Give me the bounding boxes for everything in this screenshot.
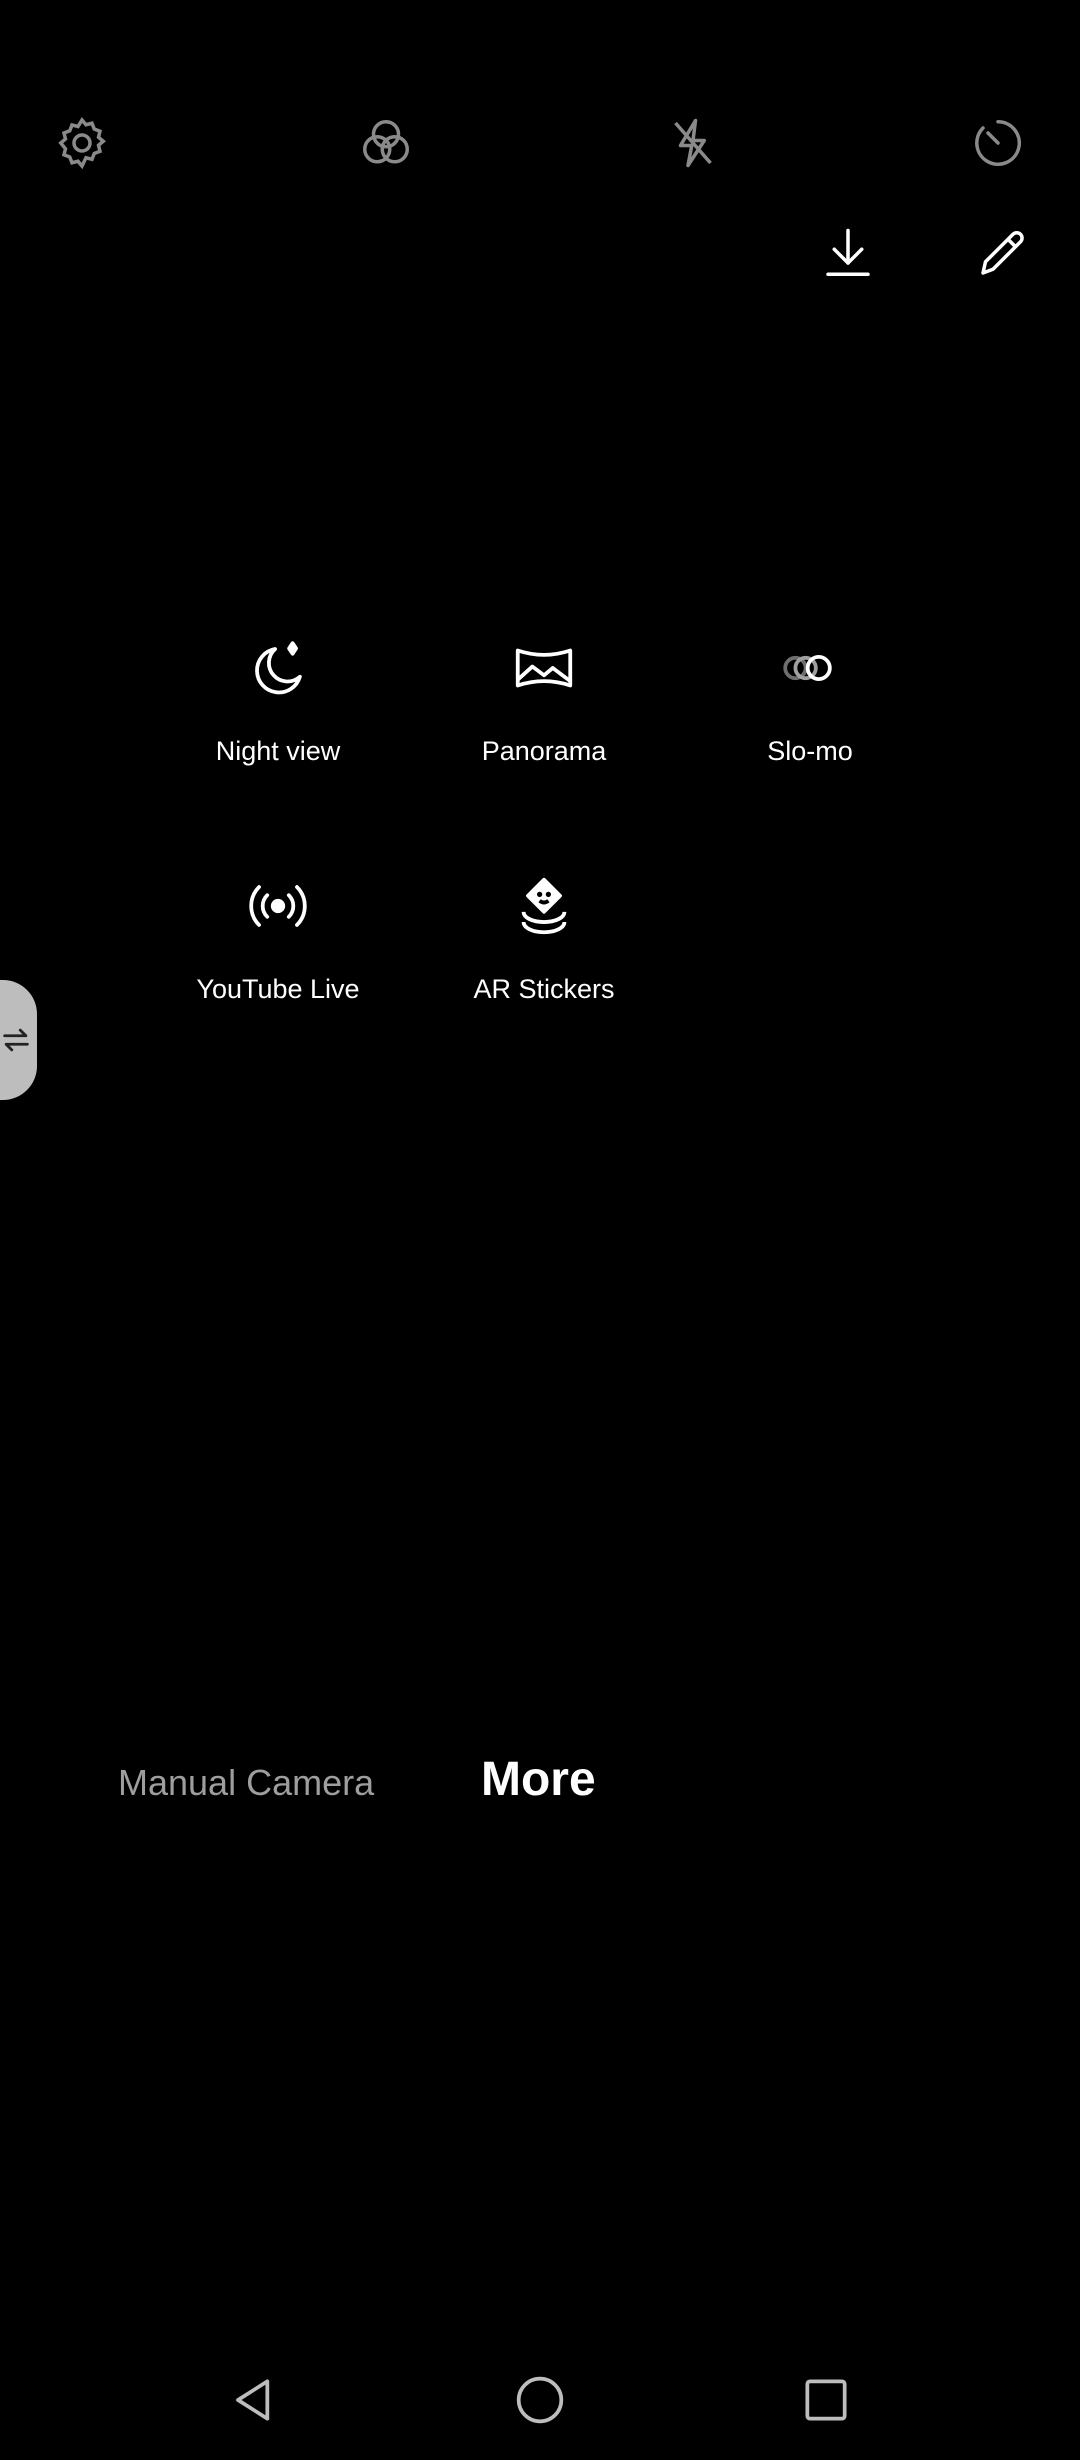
swap-arrows-icon [3,1028,29,1052]
mode-label: Night view [215,736,341,766]
mode-ar-stickers[interactable]: AR Stickers [414,866,674,1036]
mode-label: Slo-mo [767,736,853,766]
mode-label: AR Stickers [473,974,615,1004]
mode-night-view[interactable]: Night view [148,628,408,798]
timer-icon[interactable] [963,108,1033,178]
filters-icon[interactable] [351,108,421,178]
home-circle-icon [516,2376,564,2424]
recents-square-icon [805,2379,847,2421]
nav-home-button[interactable] [500,2360,580,2440]
nav-recents-button[interactable] [786,2360,866,2440]
panorama-icon [504,628,584,708]
ar-stickers-icon [504,866,584,946]
switch-camera-handle[interactable] [0,980,37,1100]
slo-mo-icon [770,628,850,708]
settings-icon[interactable] [47,108,117,178]
mode-youtube-live[interactable]: YouTube Live [148,866,408,1036]
mode-panorama[interactable]: Panorama [414,628,674,798]
edit-icon[interactable] [968,218,1038,288]
youtube-live-icon [238,866,318,946]
nav-back-button[interactable] [214,2360,294,2440]
tab-more[interactable]: More [481,1752,596,1807]
download-icon[interactable] [813,218,883,288]
flash-off-icon[interactable] [658,108,728,178]
back-triangle-icon [236,2379,270,2421]
camera-more-modes-screen: Night view Panorama Slo-mo YouTube Live … [0,0,1080,2460]
night-view-icon [238,628,318,708]
tab-manual-camera[interactable]: Manual Camera [118,1762,374,1804]
mode-label: Panorama [481,736,607,766]
mode-slo-mo[interactable]: Slo-mo [680,628,940,798]
mode-label: YouTube Live [196,974,360,1004]
